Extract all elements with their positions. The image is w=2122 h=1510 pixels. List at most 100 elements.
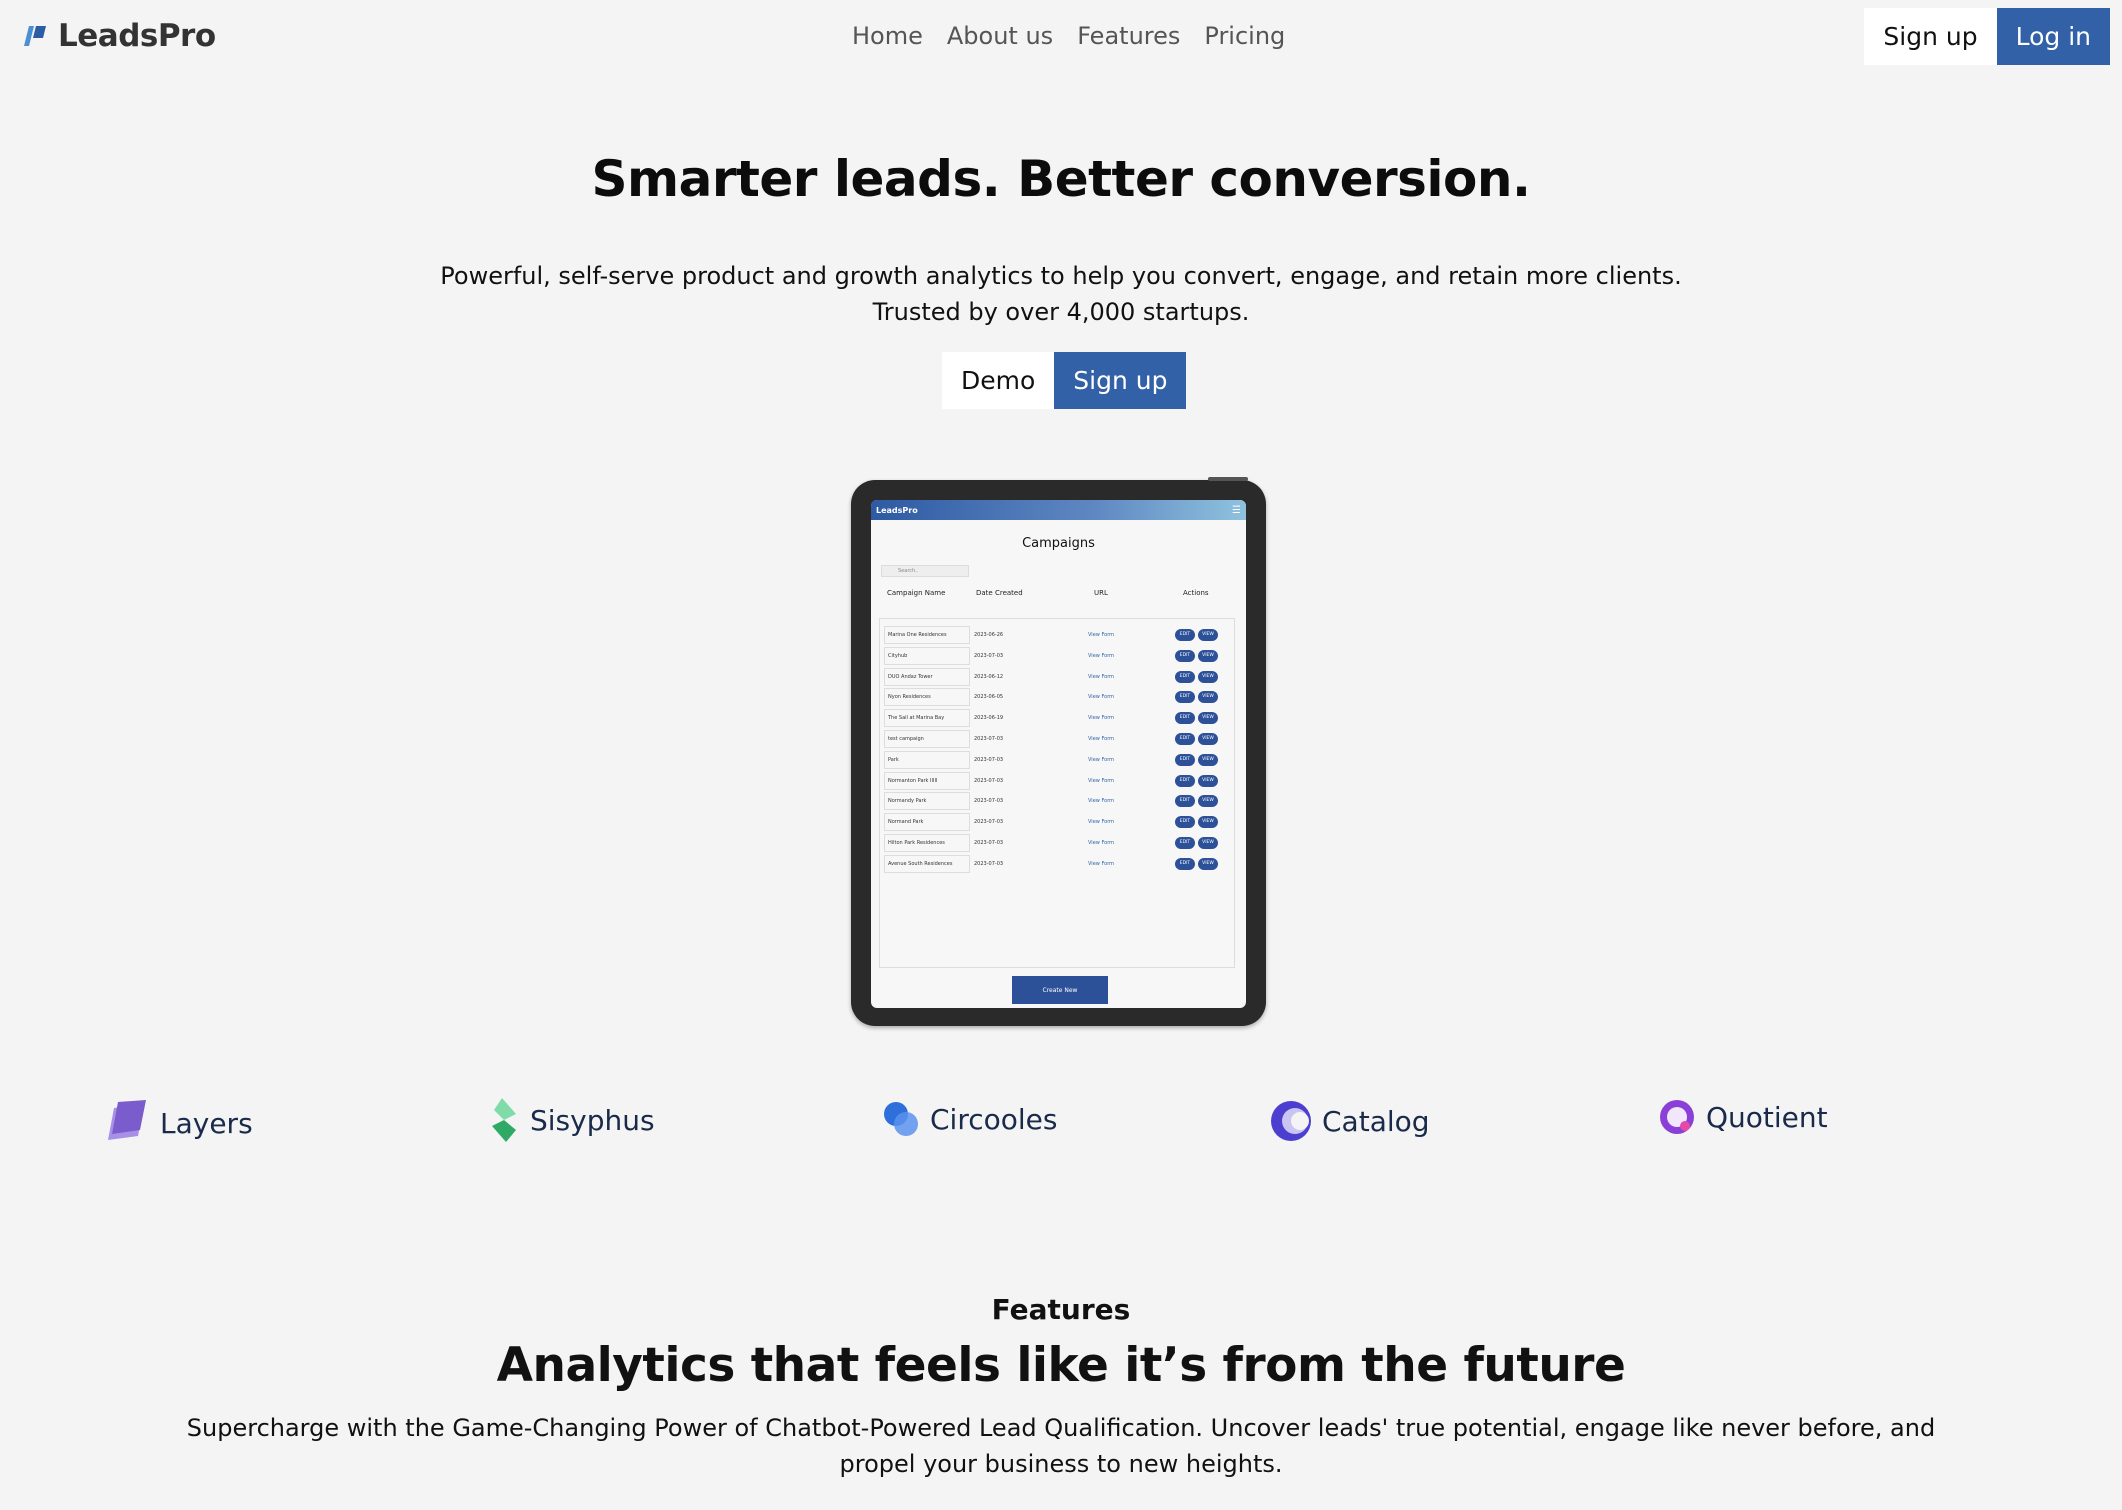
tablet-screen: LeadsPro ☰ Campaigns Search.. Campaign N… [871, 500, 1246, 1008]
preview-cell-url: View Form [1088, 652, 1115, 659]
preview-col-name: Campaign Name [887, 589, 946, 597]
preview-cell-date: 2023-07-03 [974, 819, 1004, 826]
tablet-power-button [1208, 477, 1248, 481]
sisyphus-icon [492, 1098, 516, 1142]
preview-cell-date: 2023-07-03 [974, 777, 1004, 784]
preview-cell-name: test campaign [884, 730, 970, 748]
preview-table-row: Park 2023-07-03 View Form EDIT VIEW [884, 750, 1218, 770]
nav-signup-button[interactable]: Sign up [1864, 8, 1997, 65]
brand-circooles: Circooles [882, 1100, 1057, 1138]
preview-table-row: Hilton Park Residences 2023-07-03 View For… [884, 833, 1218, 853]
brand-layers-name: Layers [160, 1106, 253, 1140]
preview-cell-url: View Form [1088, 819, 1115, 826]
preview-cell-url: View Form [1088, 840, 1115, 846]
preview-cell-url: View Form [1088, 673, 1115, 680]
preview-search-input: Search.. [881, 565, 969, 577]
brand-catalog: Catalog [1270, 1100, 1430, 1142]
preview-title: Campaigns [1022, 536, 1095, 551]
nav-link-home[interactable]: Home [852, 22, 923, 50]
demo-button[interactable]: Demo [942, 352, 1055, 409]
preview-cell-name: Cityhub [884, 646, 970, 665]
brand-name: LeadsPro [58, 18, 216, 54]
preview-cell-date: 2023-06-12 [974, 673, 1004, 680]
preview-table-row: Nyon Residences 2023-06-05 View Form EDIT VI… [884, 687, 1218, 707]
brand-quotient: Quotient [1658, 1098, 1828, 1136]
nav-actions: Sign up Log in [1864, 8, 2110, 65]
preview-cell-url: View Form [1088, 798, 1115, 805]
preview-table-header: Campaign Name Date Created URL Actions [887, 589, 1246, 597]
features-subtitle: Supercharge with the Game-Changing Power… [186, 1414, 1936, 1478]
preview-table-row: Avenue South Residences 2023-07-03 View Fo… [884, 854, 1218, 874]
preview-edit-button: EDIT [1175, 795, 1195, 808]
preview-cell-date: 2023-07-03 [974, 736, 1004, 742]
preview-view-button: VIEW [1198, 795, 1218, 808]
preview-view-button: VIEW [1198, 857, 1218, 870]
preview-brand: LeadsPro [876, 505, 918, 515]
layers-icon [108, 1100, 146, 1140]
preview-view-button: VIEW [1198, 649, 1218, 662]
preview-view-button: VIEW [1198, 670, 1218, 683]
preview-col-url: URL [1094, 589, 1108, 597]
preview-cell-url: View Form [1088, 694, 1115, 701]
preview-table-row: test campaign 2023-07-03 View Form EDIT VIEW [884, 729, 1218, 749]
preview-edit-button: EDIT [1175, 629, 1195, 641]
main-nav: Home About us Features Pricing [852, 22, 1285, 50]
catalog-icon [1271, 1101, 1311, 1141]
brand-sisyphus: Sisyphus [490, 1098, 655, 1142]
preview-create-button: Create New [1012, 976, 1108, 1004]
preview-view-button: VIEW [1198, 753, 1218, 766]
top-nav: LeadsPro Home About us Features Pricing … [0, 0, 2122, 74]
features-title: Analytics that feels like it’s from the … [496, 1338, 1626, 1393]
preview-cell-url: View Form [1088, 632, 1115, 638]
brand-layers: Layers [104, 1100, 253, 1146]
preview-table-row: Marina One Residences 2023-06-26 View Form… [884, 625, 1218, 645]
hero-actions: Demo Sign up [942, 352, 1187, 409]
preview-table-row: Cityhub 2023-07-03 View Form EDIT VIEW [884, 646, 1218, 666]
quotient-icon [1660, 1100, 1694, 1134]
leadspro-logo-icon [24, 26, 46, 46]
preview-edit-button: EDIT [1175, 837, 1195, 849]
hero-title: Smarter leads. Better conversion. [591, 150, 1531, 208]
preview-cell-date: 2023-07-03 [974, 840, 1004, 846]
tablet-preview: LeadsPro ☰ Campaigns Search.. Campaign N… [851, 477, 1266, 1026]
preview-cell-url: View Form [1088, 777, 1115, 784]
hamburger-menu-icon: ☰ [1232, 504, 1241, 516]
brand-sisyphus-name: Sisyphus [530, 1103, 655, 1137]
preview-view-button: VIEW [1198, 629, 1218, 641]
preview-view-button: VIEW [1198, 774, 1218, 787]
preview-cell-date: 2023-06-05 [974, 694, 1004, 701]
hero-subtitle: Powerful, self-serve product and growth … [0, 258, 2122, 330]
preview-cell-date: 2023-06-19 [974, 715, 1004, 722]
features-label: Features [991, 1293, 1131, 1326]
preview-view-button: VIEW [1198, 733, 1218, 745]
brand-logos: Layers Sisyphus Circooles Catalog Quotie… [0, 1090, 2122, 1150]
preview-cell-date: 2023-07-03 [974, 756, 1004, 763]
brand-logo[interactable]: LeadsPro [20, 18, 216, 54]
preview-cell-url: View Form [1088, 736, 1115, 742]
brand-quotient-name: Quotient [1706, 1100, 1828, 1134]
preview-table: Marina One Residences 2023-06-26 View Form… [879, 618, 1235, 968]
nav-login-button[interactable]: Log in [1996, 8, 2110, 65]
preview-col-actions: Actions [1183, 589, 1209, 597]
brand-catalog-name: Catalog [1322, 1104, 1430, 1138]
preview-cell-name: Marina One Residences [884, 626, 970, 644]
hero-signup-button[interactable]: Sign up [1054, 352, 1187, 409]
preview-cell-name: Nyon Residences [884, 688, 970, 707]
preview-cell-name: Hilton Park Residences [884, 834, 970, 852]
preview-edit-button: EDIT [1175, 712, 1195, 725]
preview-edit-button: EDIT [1175, 753, 1195, 766]
preview-table-row: Normandy Park 2023-07-03 View Form EDIT VIEW [884, 791, 1218, 811]
hero-subtitle-line2: Trusted by over 4,000 startups. [872, 298, 1250, 326]
preview-cell-name: Normanton Park IIIII [884, 771, 970, 790]
preview-cell-date: 2023-07-03 [974, 798, 1004, 805]
preview-edit-button: EDIT [1175, 816, 1195, 829]
preview-cell-url: View Form [1088, 715, 1115, 722]
preview-cell-date: 2023-06-26 [974, 632, 1004, 638]
preview-table-row: The Sail at Marina Bay 2023-06-19 View For… [884, 708, 1218, 728]
preview-cell-name: Normandy Park [884, 792, 970, 811]
nav-link-pricing[interactable]: Pricing [1204, 22, 1285, 50]
nav-link-about[interactable]: About us [947, 22, 1053, 50]
hero-subtitle-line1: Powerful, self-serve product and growth … [440, 262, 1682, 290]
preview-col-date: Date Created [976, 589, 1023, 597]
nav-link-features[interactable]: Features [1077, 22, 1180, 50]
